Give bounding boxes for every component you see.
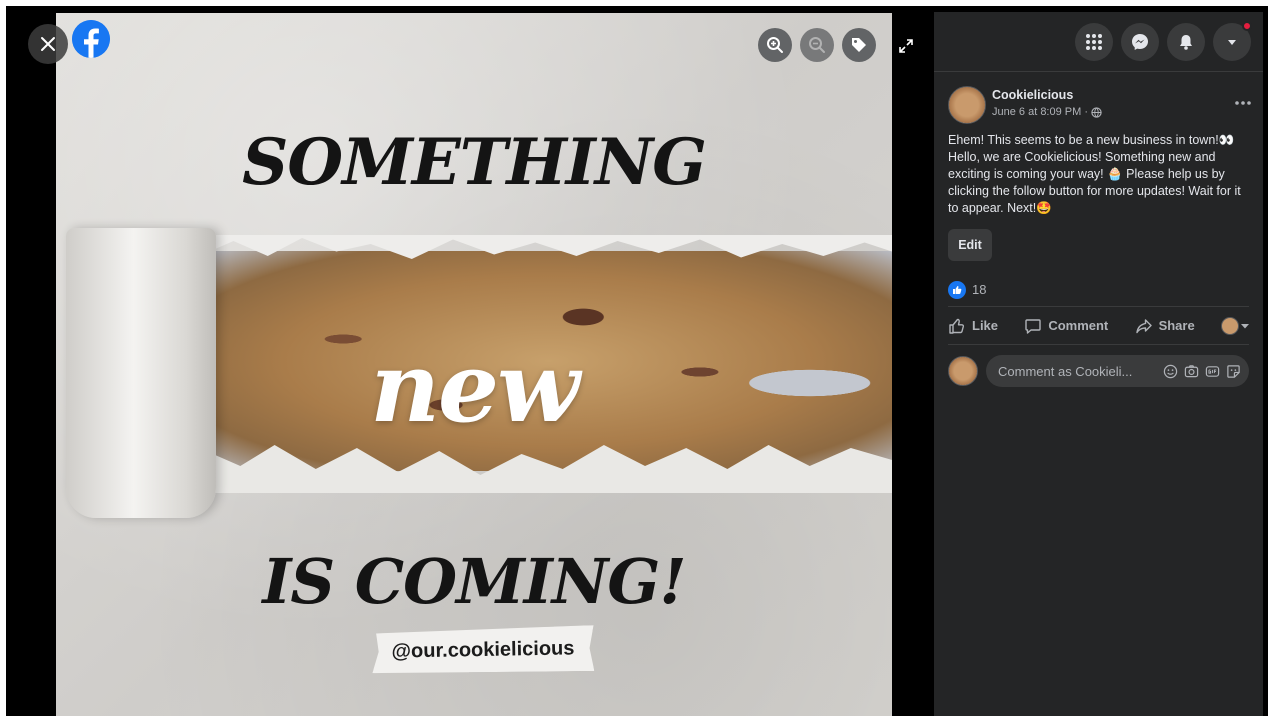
reaction-count: 18 [972,282,987,297]
mini-page-avatar [1221,316,1239,335]
share-icon [1135,318,1152,333]
emoji-button[interactable] [1163,364,1178,379]
bell-icon [1180,34,1192,50]
commenter-avatar [948,356,978,386]
post-panel: Cookielicious June 6 at 8:09 PM · Ehem! … [934,12,1263,716]
close-icon [41,37,55,51]
fullscreen-button[interactable] [894,34,918,58]
like-label: Like [972,318,999,333]
photo-headline-middle: new [370,331,580,444]
sticker-icon [1227,364,1240,378]
thumbs-up-icon [949,318,965,334]
comment-label: Comment [1048,318,1109,333]
emoji-icon [1163,364,1178,378]
expand-icon [899,39,913,53]
share-button[interactable]: Share [1135,317,1195,335]
close-viewer-button[interactable] [28,24,68,64]
post-meta: June 6 at 8:09 PM · [992,106,1102,118]
facebook-logo-icon[interactable] [72,20,110,58]
chevron-down-icon [1228,39,1236,45]
zoom-out-icon [809,37,825,53]
page-avatar[interactable] [948,86,986,124]
interact-as-selector[interactable] [1221,316,1249,335]
sticker-button[interactable] [1226,364,1241,379]
comment-icon [1025,318,1042,334]
post-text: Ehem! This seems to be a new business in… [948,133,1241,215]
photo-viewer: SOMETHING new IS COMING! @our.cookielici… [6,6,1268,716]
photo-headline-top: SOMETHING [242,125,707,200]
reactions-summary[interactable]: 18 [948,279,1249,307]
account-button[interactable] [1213,20,1252,61]
comment-button[interactable]: Comment [1024,317,1108,335]
comment-composer: Comment as Cookieli... [948,354,1249,388]
zoom-out-button[interactable] [800,28,834,62]
comment-tools [1163,364,1241,379]
post-header: Cookielicious June 6 at 8:09 PM · [934,72,1263,128]
photo-stage: SOMETHING new IS COMING! @our.cookielici… [6,6,928,716]
messenger-button[interactable] [1121,22,1159,61]
page-name[interactable]: Cookielicious [992,88,1073,102]
photo-headline-bottom: IS COMING! [262,545,686,618]
zoom-in-button[interactable] [758,28,792,62]
comment-input[interactable]: Comment as Cookieli... [986,355,1249,387]
edit-post-button[interactable]: Edit [948,229,992,261]
more-options-button[interactable] [1235,92,1251,110]
like-reaction-icon [948,280,966,299]
post-actions: Like Comment Share [948,307,1249,345]
comment-placeholder: Comment as Cookieli... [998,363,1133,379]
globe-icon [1091,106,1102,118]
tag-icon [852,38,866,52]
chevron-down-icon [1241,323,1249,328]
tag-photo-button[interactable] [842,28,876,62]
notifications-button[interactable] [1167,22,1205,61]
facebook-f-icon [72,20,110,58]
like-button[interactable]: Like [948,317,998,335]
post-timestamp[interactable]: June 6 at 8:09 PM · [992,106,1088,118]
menu-grid-icon [1086,33,1102,50]
photo-handle-tag: @our.cookielicious [372,625,595,675]
photo-attach-button[interactable] [1184,364,1199,379]
photo-tools [758,28,876,62]
messenger-icon [1132,33,1148,50]
camera-icon [1184,364,1199,377]
gif-button[interactable] [1205,364,1220,379]
more-icon [1235,101,1251,105]
notification-dot [1242,20,1252,31]
zoom-in-icon [767,37,783,53]
menu-button[interactable] [1075,22,1113,61]
post-photo[interactable]: SOMETHING new IS COMING! @our.cookielici… [56,13,892,716]
gif-icon [1205,365,1220,377]
top-navigation [934,12,1263,72]
share-label: Share [1158,318,1195,333]
